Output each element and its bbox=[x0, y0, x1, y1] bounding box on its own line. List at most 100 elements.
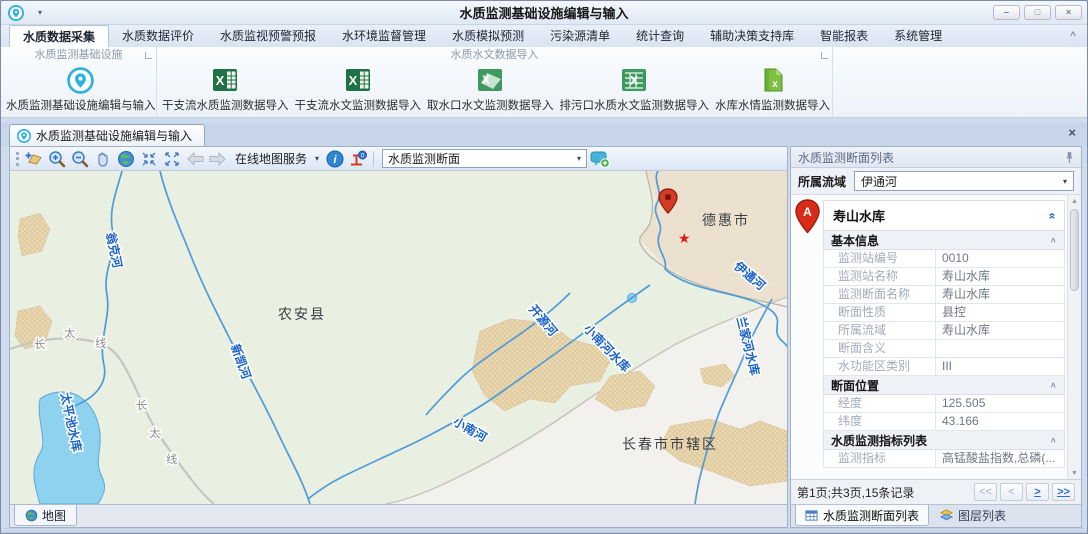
btn-import-reservoir-regime[interactable]: x 水库水情监测数据导入 bbox=[712, 64, 833, 115]
btn-facility-edit-input[interactable]: 水质监测基础设施编辑与输入 bbox=[3, 64, 159, 115]
property-row[interactable]: 纬度 43.166 bbox=[823, 413, 1065, 431]
map-label-nongan: 农安县 bbox=[278, 307, 326, 323]
ribbon-collapse-icon[interactable]: ∧ bbox=[1069, 29, 1077, 38]
ribbon-tab-simulation[interactable]: 水质模拟预测 bbox=[439, 26, 537, 47]
identify-button[interactable]: i bbox=[325, 149, 345, 169]
ribbon-tab-decision-support[interactable]: 辅助决策支持库 bbox=[697, 26, 807, 47]
dialog-launcher-icon[interactable] bbox=[821, 52, 828, 59]
select-feature-button[interactable] bbox=[24, 149, 44, 169]
next-page-button[interactable]: > bbox=[1026, 483, 1049, 501]
property-row[interactable]: 断面性质 县控 bbox=[823, 304, 1065, 322]
document-tab-facility-edit[interactable]: 水质监测基础设施编辑与输入 bbox=[9, 124, 205, 146]
ribbon-tab-data-collect[interactable]: 水质数据采集 bbox=[9, 25, 109, 47]
svg-text:太: 太 bbox=[64, 327, 76, 340]
svg-text:X: X bbox=[482, 73, 490, 87]
ribbon-tab-statistics[interactable]: 统计查询 bbox=[623, 26, 697, 47]
property-row[interactable]: 水功能区类别 III bbox=[823, 358, 1065, 376]
add-annotation-button[interactable] bbox=[590, 149, 610, 169]
scrollbar-thumb[interactable] bbox=[1070, 209, 1079, 291]
pin-circle-icon bbox=[17, 129, 31, 143]
section-indicators[interactable]: 水质监测指标列表 ∧ bbox=[823, 431, 1065, 450]
map-canvas[interactable]: 长 太 线 长 太 线 农安县 德惠市 长春市市辖区 翁克河 新凯河 bbox=[10, 171, 787, 504]
section-position[interactable]: 断面位置 ∧ bbox=[823, 376, 1065, 395]
basin-combobox[interactable]: 伊通河 ▾ bbox=[854, 171, 1074, 191]
tab-map[interactable]: 地图 bbox=[14, 505, 77, 526]
pan-button[interactable] bbox=[93, 149, 113, 169]
last-page-button[interactable]: >> bbox=[1052, 483, 1075, 501]
ribbon-tab-monitor-warn[interactable]: 水质监视预警预报 bbox=[207, 26, 329, 47]
pan-hand-icon bbox=[94, 150, 112, 168]
tab-layer-list[interactable]: 图层列表 bbox=[931, 505, 1015, 526]
arrows-outward-icon bbox=[163, 150, 181, 168]
quick-access-caret-icon[interactable]: ▾ bbox=[38, 8, 42, 17]
panel-scrollbar[interactable]: ▲ ▼ bbox=[1067, 195, 1081, 479]
nav-forward-button[interactable] bbox=[208, 149, 228, 169]
online-map-caret-icon[interactable]: ▾ bbox=[312, 154, 322, 163]
add-comment-icon bbox=[590, 150, 610, 168]
map-tab-strip: 地图 bbox=[10, 504, 787, 527]
first-page-button[interactable]: << bbox=[974, 483, 997, 501]
pagination-summary: 第1页;共3页,15条记录 bbox=[797, 484, 914, 501]
btn-import-intake-hydro[interactable]: X 取水口水文监测数据导入 bbox=[424, 64, 557, 115]
map-toolbar: 在线地图服务 ▾ i 0 水质监测断面 bbox=[10, 147, 787, 171]
online-map-service-button[interactable]: 在线地图服务 bbox=[231, 150, 309, 167]
pushpin-icon[interactable] bbox=[1065, 151, 1074, 164]
tab-section-list[interactable]: 水质监测断面列表 bbox=[795, 505, 929, 526]
ribbon-group-import: 水质水文数据导入 X 干支流水质监测数据导入 bbox=[157, 47, 833, 117]
property-row[interactable]: 断面含义 bbox=[823, 340, 1065, 358]
map-label-changchun: 长春市市辖区 bbox=[622, 436, 718, 453]
zoom-out-button[interactable] bbox=[70, 149, 90, 169]
toolbar-grip-handle[interactable] bbox=[16, 152, 19, 166]
map-star-marker[interactable]: ★ bbox=[678, 230, 691, 246]
property-row[interactable]: 监测站编号 0010 bbox=[823, 250, 1065, 268]
svg-text:线: 线 bbox=[95, 336, 107, 350]
info-icon: i bbox=[326, 150, 344, 168]
scroll-up-icon[interactable]: ▲ bbox=[1068, 195, 1081, 207]
zoom-full-extent-button[interactable] bbox=[162, 149, 182, 169]
zoom-to-selection-button[interactable] bbox=[139, 149, 159, 169]
ribbon-tab-data-eval[interactable]: 水质数据评价 bbox=[109, 26, 207, 47]
ribbon-group-import-label: 水质水文数据导入 bbox=[157, 47, 832, 63]
property-row[interactable]: 监测断面名称 寿山水库 bbox=[823, 286, 1065, 304]
excel-grid-icon: X bbox=[621, 67, 647, 93]
svg-text:x: x bbox=[772, 79, 778, 90]
map-select-icon bbox=[25, 150, 43, 168]
app-pin-icon bbox=[8, 5, 24, 21]
maximize-button[interactable]: □ bbox=[1024, 5, 1051, 20]
ribbon-tab-system[interactable]: 系统管理 bbox=[881, 26, 955, 47]
basin-filter-row: 所属流域 伊通河 ▾ bbox=[791, 168, 1081, 194]
prev-page-button[interactable]: < bbox=[1000, 483, 1023, 501]
layer-select-combobox[interactable]: 水质监测断面 ▾ bbox=[382, 149, 587, 168]
minimize-button[interactable]: – bbox=[993, 5, 1020, 20]
chevron-up-icon: ∧ bbox=[1050, 236, 1057, 245]
ribbon-tab-env-manage[interactable]: 水环境监督管理 bbox=[329, 26, 439, 47]
btn-import-mainstream-hydro[interactable]: X 干支流水文监测数据导入 bbox=[292, 64, 425, 115]
full-extent-button[interactable] bbox=[116, 149, 136, 169]
station-header-row[interactable]: 寿山水库 « bbox=[823, 200, 1065, 231]
scroll-down-icon[interactable]: ▼ bbox=[1068, 467, 1081, 479]
property-row[interactable]: 经度 125.505 bbox=[823, 395, 1065, 413]
ribbon-tab-smart-report[interactable]: 智能报表 bbox=[807, 26, 881, 47]
zoom-in-icon bbox=[48, 150, 66, 168]
ribbon-group-facility-label: 水质监测基础设施 bbox=[1, 47, 156, 63]
nav-back-button[interactable] bbox=[185, 149, 205, 169]
document-close-icon[interactable]: × bbox=[1068, 126, 1076, 139]
btn-import-mainstream-quality[interactable]: X 干支流水质监测数据导入 bbox=[159, 64, 292, 115]
zoom-in-button[interactable] bbox=[47, 149, 67, 169]
table-icon bbox=[805, 509, 818, 522]
section-basic-info[interactable]: 基本信息 ∧ bbox=[823, 231, 1065, 250]
btn-import-outfall-quality-hydro[interactable]: X 排污口水质水文监测数据导入 bbox=[557, 64, 713, 115]
svg-text:太: 太 bbox=[149, 427, 161, 440]
property-row[interactable]: 所属流域 寿山水库 bbox=[823, 322, 1065, 340]
excel-file-icon: x bbox=[760, 67, 786, 93]
ribbon-tab-pollution-list[interactable]: 污染源清单 bbox=[537, 26, 623, 47]
window-bottom-frame bbox=[1, 528, 1087, 533]
measure-locate-button[interactable]: 0 bbox=[348, 149, 368, 169]
property-row[interactable]: 监测指标 高锰酸盐指数,总磷(... bbox=[823, 450, 1065, 468]
ribbon: 水质监测基础设施 水质监测基础设施编辑与输入 水质水文数据导入 bbox=[1, 47, 1087, 118]
dialog-launcher-icon[interactable] bbox=[145, 52, 152, 59]
close-button[interactable]: × bbox=[1055, 5, 1082, 20]
station-marker-a-icon: A bbox=[794, 199, 821, 234]
collapse-all-icon[interactable]: « bbox=[1046, 212, 1060, 219]
property-row[interactable]: 监测站名称 寿山水库 bbox=[823, 268, 1065, 286]
